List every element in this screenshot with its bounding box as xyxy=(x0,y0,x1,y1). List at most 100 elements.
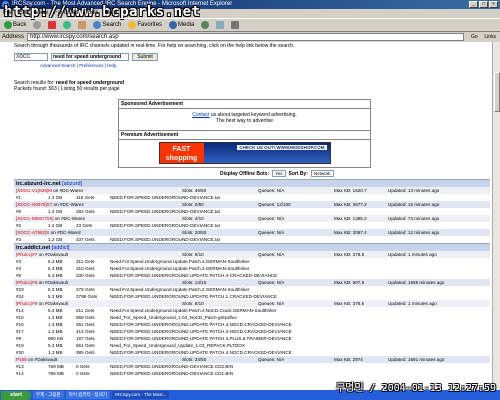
file-name[interactable]: NEED.FOR.SPEED.UNDERGROUND-DEVIANCE.tar xyxy=(110,208,490,215)
file-gets: 0 Gets xyxy=(76,371,90,376)
bot-channel: on #Oaksvault xyxy=(38,252,68,257)
file-name[interactable]: NEED.FOR.SPEED.UNDERGROUND.UPDATE.PATCH.… xyxy=(110,272,490,279)
file-row[interactable]: #1 1.2 GB 116 Gets NEED.FOR.SPEED.UNDERGROU… xyxy=(14,194,490,201)
file-name[interactable]: NEED.FOR.SPEED.UNDERGROUND.UPDATE.PATCH.… xyxy=(110,293,490,300)
file-name[interactable]: Need.For.Speed.Underground.Update.Patch.… xyxy=(110,307,490,314)
search-input[interactable]: need for speed underground xyxy=(51,53,129,61)
bot-row[interactable]: [XDCC-H0076]S7 on #DC-Warez Slots: 0/50 Qu… xyxy=(14,201,490,208)
address-input[interactable]: http://www.ircspy.com/search.asp xyxy=(27,33,465,41)
file-name[interactable]: NEED.FOR.SPEED.UNDERGROUND.UPDATE.PATCH.… xyxy=(110,321,490,328)
file-row[interactable]: #16 1.3 MB 361 Gets NEED.FOR.SPEED.UNDERGRO… xyxy=(14,321,490,328)
file-size: 1.3 MB xyxy=(48,350,63,355)
taskbar-item-ircspy[interactable]: IRCSpy.com - The Most... xyxy=(112,391,170,399)
menu-edit[interactable]: Edit xyxy=(19,9,29,18)
file-row[interactable]: #13 759 MB 0 Gets NEED.FOR.SPEED.UNDERGROUN… xyxy=(14,363,490,370)
file-size: 5.3 MB xyxy=(48,259,63,264)
file-name[interactable]: NEED.FOR.SPEED.UNDERGROUND-DEVIANCE.CD1.… xyxy=(110,370,490,377)
menu-favorites[interactable]: Favorites xyxy=(54,9,79,18)
home-button[interactable] xyxy=(76,20,88,31)
taskbar-item-paint[interactable]: 무제 - 그림판 xyxy=(33,391,64,399)
file-name[interactable]: NEED.FOR.SPEED.UNDERGROUND.UPDATE.PATCH.… xyxy=(110,349,490,356)
minimize-button[interactable]: _ xyxy=(469,1,478,8)
file-name[interactable]: NEED.FOR.SPEED.UNDERGROUND-DEVIANCE.tar xyxy=(110,194,490,201)
bot-spacer xyxy=(112,201,182,208)
favorites-button[interactable]: Favorites xyxy=(126,20,164,31)
bot-name[interactable]: |Pfxdcc|#8 xyxy=(16,280,37,285)
menu-tools[interactable]: Tools xyxy=(85,9,99,18)
file-row[interactable]: #2 1.2 GB 23 Gets NEED.FOR.SPEED.UNDERGROUN… xyxy=(14,222,490,229)
file-row[interactable]: #5 1.2 GB 282 Gets NEED.FOR.SPEED.UNDERGROU… xyxy=(14,208,490,215)
sort-by-select[interactable]: Network xyxy=(310,170,334,177)
file-row[interactable]: #30 1.3 MB 385 Gets NEED.FOR.SPEED.UNDERGRO… xyxy=(14,349,490,356)
file-row[interactable]: #3 5.3 MB 311 Gets Need.For.Speed.Undergrou… xyxy=(14,258,490,265)
media-button[interactable]: Media xyxy=(167,20,196,31)
file-name[interactable]: NEED.FOR.SPEED.UNDERGROUND-DEVIANCE.tar xyxy=(110,236,490,243)
file-name[interactable]: Need.For.Speed.Underground.Update.Patch.… xyxy=(110,286,490,293)
bot-name[interactable]: |Pfxdcc|#7 xyxy=(16,252,37,257)
bot-cell: |Pfxdcc|#9 on #Oaksvault xyxy=(14,300,112,307)
search-button[interactable]: Search xyxy=(91,20,123,31)
bot-row[interactable]: [XDCC-V1]S25|M on #DC-Warez Slots: 46/50 Q… xyxy=(14,187,490,194)
file-name[interactable]: NEED.FOR.SPEED.UNDERGROUND-DEVIANCE.tar xyxy=(110,222,490,229)
file-row[interactable]: #5 5.3 MB 330 Gets NEED.FOR.SPEED.UNDERGROU… xyxy=(14,272,490,279)
stop-button[interactable] xyxy=(46,20,58,31)
go-button[interactable]: Go xyxy=(467,33,481,41)
file-row[interactable]: #14 796 MB 0 Gets NEED.FOR.SPEED.UNDERGROUN… xyxy=(14,370,490,377)
file-name[interactable]: Need.For.Speed.Underground.Update.Patch.… xyxy=(110,265,490,272)
menu-file[interactable]: File xyxy=(3,9,13,18)
offline-bots-select[interactable]: Yes xyxy=(272,170,286,177)
file-name[interactable]: Need_For_Speed_Underground_Update_1.03_R… xyxy=(110,342,490,349)
submit-button[interactable]: Submit xyxy=(132,53,158,61)
file-row[interactable]: #24 5.3 MB 3798 Gets NEED.FOR.SPEED.UNDERGR… xyxy=(14,293,490,300)
bot-name[interactable]: |Pfxdcc|#9 xyxy=(16,301,37,306)
file-row[interactable]: #4 5.3 MB 310 Gets Need.For.Speed.Undergrou… xyxy=(14,265,490,272)
bot-name[interactable]: [XDCC-V1]S25|M xyxy=(16,188,52,193)
file-row[interactable]: #17 1.3 MB 414 Gets NEED.FOR.SPEED.UNDERGRO… xyxy=(14,328,490,335)
bot-row[interactable]: P108 on #Oaksvault Slots: 34/50 Queues: N/… xyxy=(14,356,490,363)
menu-view[interactable]: View xyxy=(35,9,48,18)
bot-slots: Slots: 0/50 xyxy=(182,202,204,207)
menu-help[interactable]: Help xyxy=(105,9,117,18)
bot-row[interactable]: |Pfxdcc|#9 on #Oaksvault Slots: 8/10 Queue… xyxy=(14,300,490,307)
file-row[interactable]: #19 5.3 MB 651 Gets Need_For_Speed_Undergro… xyxy=(14,342,490,349)
bot-queues: Queues: N/A xyxy=(258,216,285,221)
premium-banner[interactable]: FAST shopping CHECK US OUT! WWW.MODSHOP.… xyxy=(158,142,331,164)
file-row[interactable]: #14 5.3 MB 211 Gets Need.For.Speed.Undergro… xyxy=(14,307,490,314)
bot-updated: Updated: 15 minutes ago xyxy=(388,202,440,207)
back-button[interactable]: Back xyxy=(2,20,28,31)
bot-name[interactable]: P108 xyxy=(16,357,27,362)
bot-row[interactable]: [XDCC-M08C7S0] on #DC-Warez Slots: 4/10 Qu… xyxy=(14,215,490,222)
file-row[interactable]: #3 1.2 GB 337 Gets NEED.FOR.SPEED.UNDERGROU… xyxy=(14,236,490,243)
file-row[interactable]: #23 5.3 MB 278 Gets Need.For.Speed.Undergro… xyxy=(14,286,490,293)
bot-row[interactable]: [XDCC-A7882]S on #DC-Warez Slots: 20/50 Qu… xyxy=(14,229,490,236)
contact-link[interactable]: Contact xyxy=(192,112,209,118)
bot-row[interactable]: |Pfxdcc|#7 on #Oaksvault Slots: 9/10 Queue… xyxy=(14,251,490,258)
file-name[interactable]: NEED.FOR.SPEED.UNDERGROUND-DEVIANCE.CD2.… xyxy=(110,363,490,370)
links-button[interactable]: Links xyxy=(484,34,500,40)
mail-button[interactable] xyxy=(214,20,226,31)
bot-name[interactable]: [XDCC-A7882]S xyxy=(16,230,49,235)
file-row[interactable]: #15 1.3 MB 858 Gets Need_For_Speed_Undergro… xyxy=(14,314,490,321)
bot-name[interactable]: [XDCC-H0076]S7 xyxy=(16,202,52,207)
start-button[interactable]: start xyxy=(1,390,31,400)
file-name[interactable]: Need.For.Speed.Underground.Update.Patch.… xyxy=(110,258,490,265)
bot-spacer xyxy=(112,251,182,258)
bot-slots: Slots: 4/10 xyxy=(182,216,204,221)
bot-row[interactable]: |Pfxdcc|#8 on #Oaksvault Slots: 13/15 Queu… xyxy=(14,279,490,286)
close-button[interactable]: × xyxy=(489,1,498,8)
print-button[interactable] xyxy=(229,20,241,31)
scroll-thumb[interactable] xyxy=(494,72,500,112)
search-sub-links[interactable]: Advanced Search | Preferences | Help xyxy=(40,63,116,68)
file-name[interactable]: NEED.FOR.SPEED.UNDERGROUND.UPDATE.PATCH.… xyxy=(110,335,490,342)
file-row[interactable]: #9 980 KB 197 Gets NEED.FOR.SPEED.UNDERGROU… xyxy=(14,335,490,342)
maximize-button[interactable]: □ xyxy=(479,1,488,8)
file-name[interactable]: NEED.FOR.SPEED.UNDERGROUND.UPDATE.PATCH.… xyxy=(110,328,490,335)
search-type-select[interactable]: XDCC xyxy=(14,53,48,61)
vertical-scrollbar[interactable] xyxy=(492,42,500,390)
refresh-button[interactable] xyxy=(61,20,73,31)
file-name[interactable]: Need_For_Speed_Underground_1.03_NoCD_Pat… xyxy=(110,314,490,321)
bot-name[interactable]: [XDCC-M08C7S0] xyxy=(16,216,54,221)
forward-button[interactable] xyxy=(31,20,43,31)
taskbar-item-explorer[interactable]: 마이 컴퓨터 - 탐색기 xyxy=(65,391,111,399)
history-button[interactable] xyxy=(199,20,211,31)
